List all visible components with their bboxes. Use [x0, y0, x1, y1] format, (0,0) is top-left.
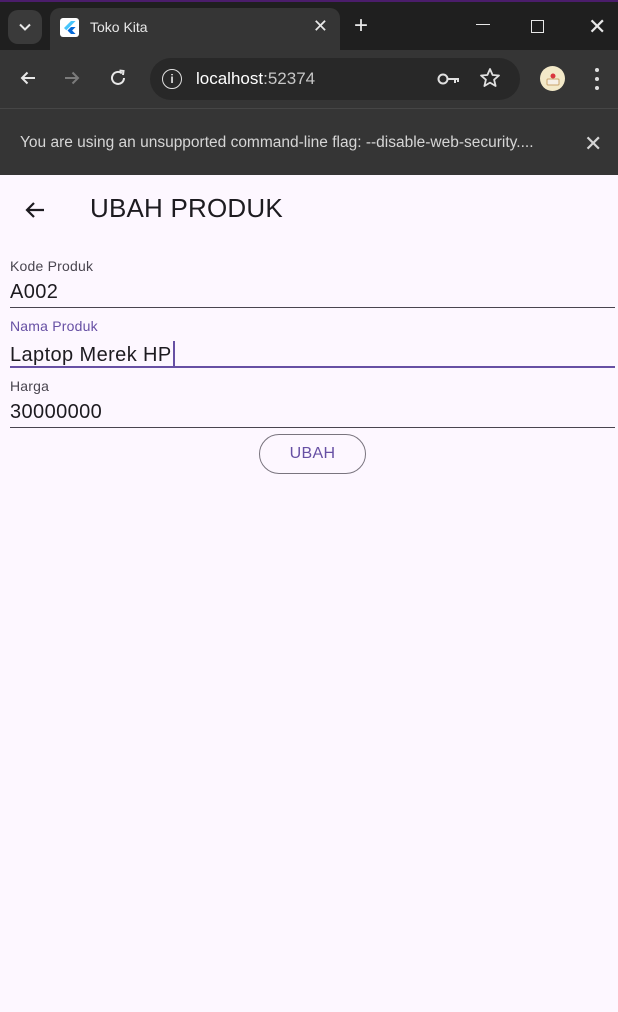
- tab-title: Toko Kita: [90, 19, 148, 35]
- infobar-close-icon[interactable]: ✕: [584, 131, 602, 157]
- kode-produk-field[interactable]: Kode Produk A002: [10, 250, 615, 308]
- window-minimize-icon[interactable]: [476, 24, 490, 25]
- new-tab-plus-icon[interactable]: +: [354, 12, 368, 40]
- browser-tab[interactable]: Toko Kita ✕: [50, 8, 340, 52]
- field-underline: [10, 366, 615, 368]
- nama-produk-label: Nama Produk: [10, 318, 98, 334]
- harga-input[interactable]: 30000000: [10, 401, 102, 424]
- window-maximize-icon[interactable]: [531, 20, 544, 33]
- back-arrow-icon[interactable]: [17, 67, 39, 89]
- site-info-icon[interactable]: i: [162, 69, 182, 89]
- nama-produk-input[interactable]: Laptop Merek HP: [10, 341, 175, 367]
- browser-tab-strip: Toko Kita ✕ + ✕: [0, 0, 618, 52]
- tab-search-button[interactable]: [8, 10, 42, 44]
- field-underline: [10, 427, 615, 428]
- kode-produk-label: Kode Produk: [10, 258, 94, 274]
- harga-field[interactable]: Harga 30000000: [10, 370, 615, 428]
- chevron-down-icon: [19, 23, 31, 31]
- browser-toolbar: i localhost:52374: [0, 50, 618, 108]
- harga-label: Harga: [10, 378, 50, 394]
- tab-close-icon[interactable]: ✕: [313, 16, 328, 37]
- profile-avatar[interactable]: [540, 66, 565, 91]
- page-title: UBAH PRODUK: [90, 193, 283, 223]
- window-close-icon[interactable]: ✕: [588, 14, 606, 40]
- forward-arrow-icon[interactable]: [61, 67, 83, 89]
- ubah-button[interactable]: UBAH: [259, 434, 366, 474]
- reload-icon[interactable]: [107, 67, 129, 89]
- kode-produk-input[interactable]: A002: [10, 281, 58, 304]
- browser-menu-icon[interactable]: [594, 68, 600, 90]
- app-page: UBAH PRODUK Kode Produk A002 Nama Produk…: [0, 175, 618, 1012]
- back-arrow-icon: [25, 202, 44, 218]
- address-url[interactable]: localhost:52374: [196, 69, 315, 89]
- bookmark-star-icon[interactable]: [479, 67, 501, 94]
- flutter-favicon-icon: [60, 18, 79, 37]
- field-underline: [10, 307, 615, 308]
- app-back-button[interactable]: [20, 195, 50, 225]
- warning-infobar: You are using an unsupported command-lin…: [0, 108, 618, 175]
- address-bar[interactable]: i localhost:52374: [150, 58, 520, 100]
- password-key-icon[interactable]: [437, 69, 461, 94]
- text-caret: [172, 341, 175, 367]
- infobar-message: You are using an unsupported command-lin…: [20, 134, 534, 151]
- nama-produk-field[interactable]: Nama Produk Laptop Merek HP: [10, 310, 615, 368]
